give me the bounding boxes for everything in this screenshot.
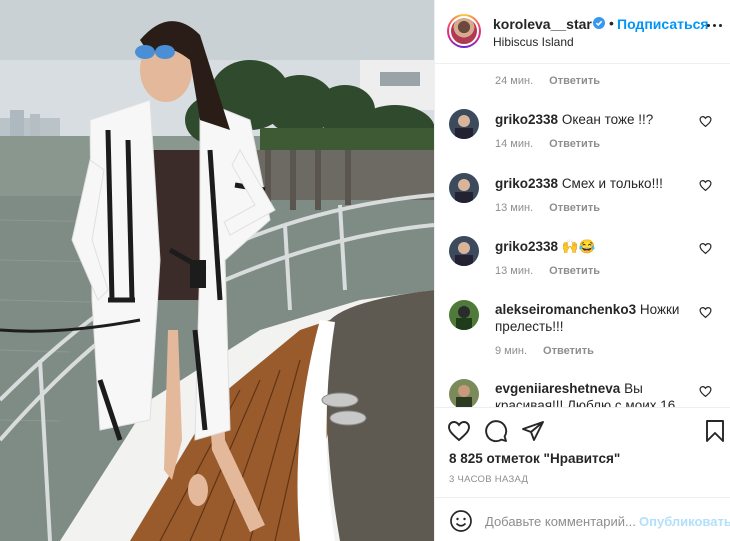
add-comment-bar: Опубликовать (435, 497, 730, 541)
post-photo[interactable] (0, 0, 434, 541)
likes-count[interactable]: 8 825 отметок "Нравится" (449, 451, 620, 466)
comment-time: 13 мин. (495, 202, 534, 214)
post-timestamp[interactable]: 3 ЧАСОВ НАЗАД (449, 474, 528, 485)
comment-time: 24 мин. (495, 75, 534, 87)
follow-button[interactable]: Подписаться (617, 16, 709, 32)
author-username[interactable]: koroleva__star (493, 16, 592, 32)
avatar-image (449, 173, 479, 203)
heart-icon[interactable] (699, 385, 712, 398)
comment-meta: 13 мин. Ответить (495, 202, 600, 214)
comment-text: griko2338 Океан тоже !!? (495, 111, 695, 128)
post-location[interactable]: Hibiscus Island (493, 35, 574, 49)
commenter-avatar[interactable] (449, 109, 479, 139)
comment-text: alekseiromanchenko3 Ножки прелесть!!! (495, 301, 695, 335)
reply-button[interactable]: Ответить (549, 138, 600, 150)
avatar-image (449, 16, 479, 46)
verified-badge-icon (593, 17, 605, 29)
commenter-avatar[interactable] (449, 173, 479, 203)
comment-input[interactable] (485, 508, 635, 534)
share-icon[interactable] (521, 419, 545, 443)
header-separator: • (609, 15, 614, 31)
reply-button[interactable]: Ответить (549, 265, 600, 277)
post-image (0, 0, 434, 541)
comment-meta: 24 мин. Ответить (495, 75, 600, 87)
comment-meta: 13 мин. Ответить (495, 265, 600, 277)
commenter-avatar[interactable] (449, 379, 479, 407)
heart-icon[interactable] (699, 242, 712, 255)
comment-username[interactable]: evgeniiareshetneva (495, 381, 620, 396)
reply-button[interactable]: Ответить (543, 345, 594, 357)
reply-button[interactable]: Ответить (549, 75, 600, 87)
post-side-panel: koroleva__star • Подписаться Hibiscus Is… (434, 0, 730, 541)
comments-list[interactable]: 24 мин. Ответить griko2338 Океан тоже !!?… (435, 65, 730, 407)
heart-icon[interactable] (699, 306, 712, 319)
avatar-image (449, 109, 479, 139)
comment-icon[interactable] (484, 419, 508, 443)
post-header: koroleva__star • Подписаться Hibiscus Is… (435, 0, 730, 64)
emoji-icon[interactable] (449, 509, 473, 533)
commenter-avatar[interactable] (449, 236, 479, 266)
commenter-avatar[interactable] (449, 300, 479, 330)
bookmark-icon[interactable] (703, 419, 727, 443)
comment-text: griko2338 Смех и только!!! (495, 175, 695, 192)
heart-icon[interactable] (699, 115, 712, 128)
comment-text: evgeniiareshetneva Вы красивая!!! Люблю … (495, 380, 695, 407)
comment-body: Океан тоже !!? (561, 112, 654, 127)
comment-username[interactable]: griko2338 (495, 176, 558, 191)
heart-icon[interactable] (699, 179, 712, 192)
reply-button[interactable]: Ответить (549, 202, 600, 214)
heart-icon[interactable] (447, 419, 471, 443)
more-options-icon[interactable] (707, 24, 723, 30)
comment-body: Смех и только!!! (561, 176, 663, 191)
avatar-image (449, 236, 479, 266)
avatar-image (449, 379, 479, 407)
publish-button[interactable]: Опубликовать (639, 514, 730, 529)
avatar-image (449, 300, 479, 330)
author-avatar[interactable] (447, 14, 481, 48)
comment-meta: 9 мин. Ответить (495, 345, 594, 357)
comment-meta: 14 мин. Ответить (495, 138, 600, 150)
comment-time: 14 мин. (495, 138, 534, 150)
comment-body: 🙌😂 (561, 239, 596, 254)
comment-time: 13 мин. (495, 265, 534, 277)
comment-username[interactable]: alekseiromanchenko3 (495, 302, 636, 317)
comment-username[interactable]: griko2338 (495, 239, 558, 254)
comment-text: griko2338 🙌😂 (495, 238, 695, 255)
comment-username[interactable]: griko2338 (495, 112, 558, 127)
comment-time: 9 мин. (495, 345, 528, 357)
post-actions: 8 825 отметок "Нравится" 3 ЧАСОВ НАЗАД (435, 407, 730, 495)
